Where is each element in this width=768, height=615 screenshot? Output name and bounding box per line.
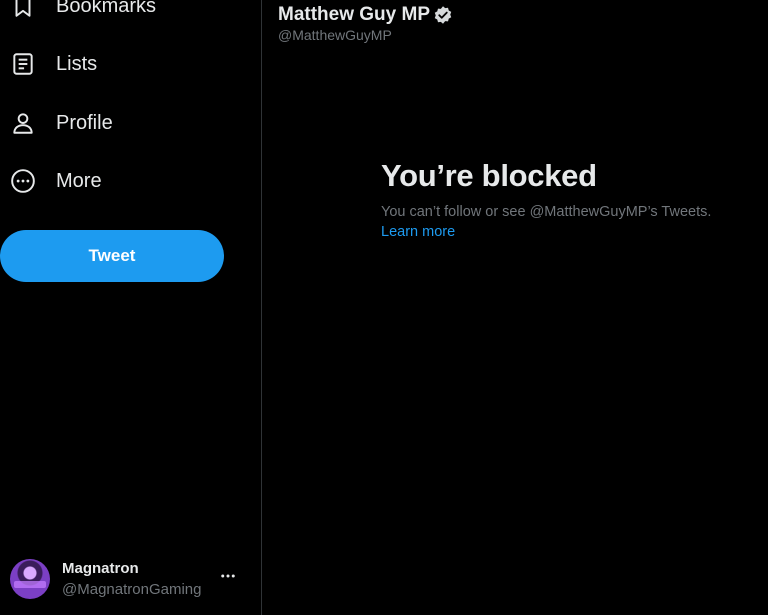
account-switcher[interactable]: Magnatron @MagnatronGaming — [0, 552, 261, 608]
bookmark-icon — [0, 0, 46, 26]
blocked-title: You’re blocked — [381, 158, 597, 193]
page: Bookmarks Lists Profile More Tweet Magna… — [0, 0, 768, 615]
more-circle-icon — [0, 161, 46, 201]
sidebar-item-bookmarks[interactable]: Bookmarks — [0, 0, 156, 26]
tweet-button[interactable]: Tweet — [0, 230, 224, 282]
sidebar-item-label: Lists — [56, 52, 98, 75]
avatar — [10, 559, 50, 599]
sidebar-item-label: Profile — [56, 111, 113, 134]
sidebar-item-profile[interactable]: Profile — [0, 103, 113, 143]
sidebar-item-label: More — [56, 169, 102, 192]
profile-name: Matthew Guy MP — [278, 4, 431, 25]
lists-icon — [0, 44, 46, 84]
sidebar-item-lists[interactable]: Lists — [0, 44, 97, 84]
ellipsis-icon[interactable] — [218, 566, 238, 586]
sidebar-item-label: Bookmarks — [56, 0, 157, 17]
sidebar-item-more[interactable]: More — [0, 161, 102, 201]
profile-header-name: Matthew Guy MP — [278, 4, 453, 26]
learn-more-link[interactable]: Learn more — [381, 224, 455, 240]
blocked-description: You can’t follow or see @MatthewGuyMP’s … — [381, 204, 712, 220]
main-column: Matthew Guy MP @MatthewGuyMP You’re bloc… — [262, 0, 768, 615]
account-name: Magnatron — [62, 560, 139, 577]
account-handle: @MagnatronGaming — [62, 581, 202, 598]
sidebar: Bookmarks Lists Profile More Tweet Magna… — [0, 0, 261, 615]
profile-handle: @MatthewGuyMP — [278, 27, 392, 43]
profile-icon — [0, 103, 46, 143]
verified-badge-icon — [434, 6, 452, 24]
